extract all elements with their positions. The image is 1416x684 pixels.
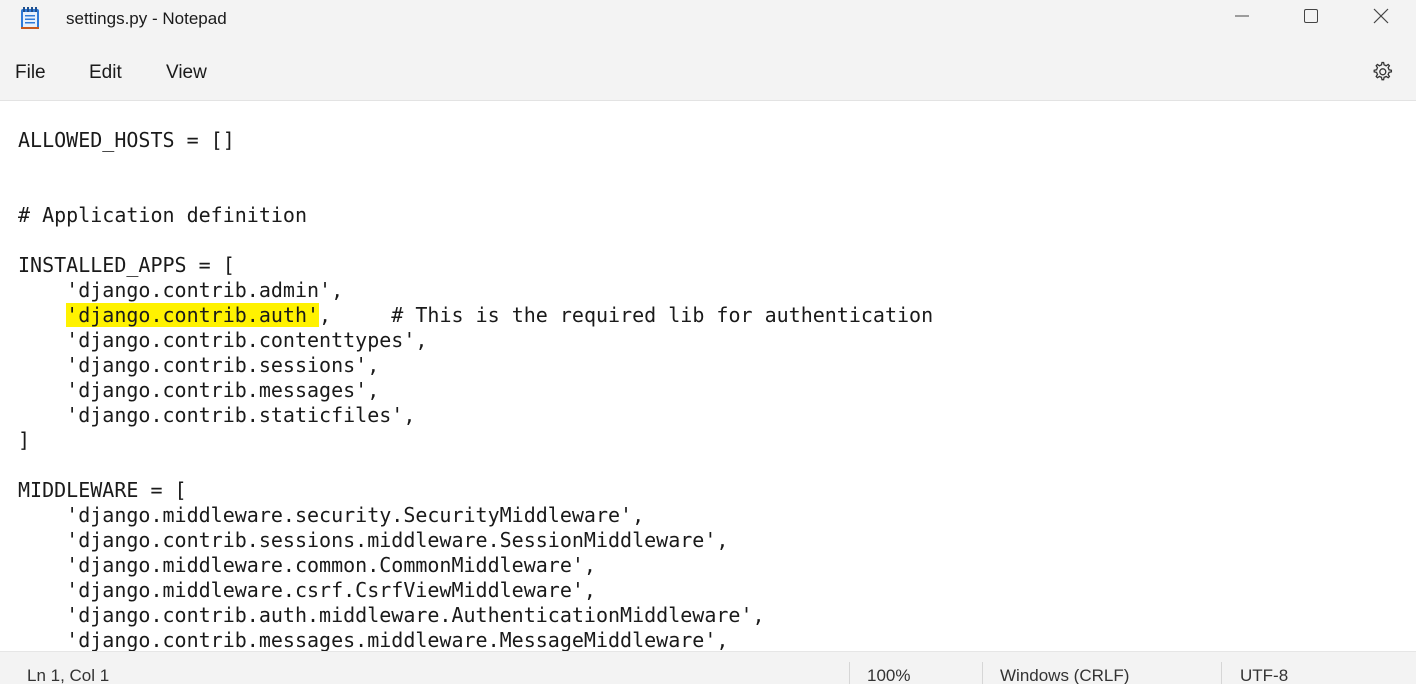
cursor-position: Ln 1, Col 1	[27, 666, 110, 684]
menu-bar: File Edit View	[0, 40, 1416, 101]
menu-edit[interactable]: Edit	[89, 62, 122, 84]
line-ending[interactable]: Windows (CRLF)	[1000, 666, 1129, 684]
zoom-level[interactable]: 100%	[867, 666, 910, 684]
code-line: ]	[18, 428, 31, 452]
window-title: settings.py - Notepad	[66, 9, 227, 28]
menu-file[interactable]: File	[15, 62, 46, 84]
code-line: 'django.contrib.auth.middleware.Authenti…	[18, 603, 765, 627]
maximize-button[interactable]	[1276, 0, 1346, 36]
settings-button[interactable]	[1367, 59, 1397, 89]
code-line: 'django.contrib.contenttypes',	[18, 328, 428, 352]
minimize-button[interactable]	[1207, 0, 1277, 36]
code-line: 'django.middleware.common.CommonMiddlewa…	[18, 553, 596, 577]
maximize-icon	[1303, 8, 1319, 29]
code-line: 'django.contrib.admin',	[18, 278, 344, 302]
code-comment: , # This is the required lib for authent…	[319, 303, 934, 327]
code-line: 'django.contrib.messages.middleware.Mess…	[18, 628, 729, 651]
status-bar: Ln 1, Col 1 100% Windows (CRLF) UTF-8	[0, 651, 1416, 684]
code-line: ALLOWED_HOSTS = []	[18, 128, 235, 152]
notepad-window: settings.py - Notepad File Edit View ALL…	[0, 0, 1416, 684]
code-line: 'django.middleware.csrf.CsrfViewMiddlewa…	[18, 578, 596, 602]
code-content: ALLOWED_HOSTS = [] # Application definit…	[18, 128, 933, 651]
close-button[interactable]	[1346, 0, 1416, 36]
code-line: INSTALLED_APPS = [	[18, 253, 235, 277]
close-icon	[1373, 8, 1389, 29]
gear-icon	[1370, 60, 1394, 89]
menu-view[interactable]: View	[166, 62, 207, 84]
code-line: MIDDLEWARE = [	[18, 478, 187, 502]
code-line: 'django.contrib.sessions',	[18, 353, 380, 377]
minimize-icon	[1234, 8, 1250, 29]
status-divider	[849, 662, 850, 684]
code-line: 'django.contrib.messages',	[18, 378, 380, 402]
code-line: # Application definition	[18, 203, 307, 227]
highlighted-text: 'django.contrib.auth'	[66, 303, 320, 327]
encoding[interactable]: UTF-8	[1240, 666, 1288, 684]
status-divider	[982, 662, 983, 684]
code-line: 'django.contrib.staticfiles',	[18, 403, 416, 427]
code-line: 'django.contrib.sessions.middleware.Sess…	[18, 528, 729, 552]
notepad-icon	[20, 6, 40, 30]
status-divider	[1221, 662, 1222, 684]
code-line: 'django.middleware.security.SecurityMidd…	[18, 503, 645, 527]
code-line-highlighted: 'django.contrib.auth', # This is the req…	[18, 303, 933, 328]
title-bar[interactable]: settings.py - Notepad	[0, 0, 1416, 40]
text-editor[interactable]: ALLOWED_HOSTS = [] # Application definit…	[0, 101, 1416, 651]
